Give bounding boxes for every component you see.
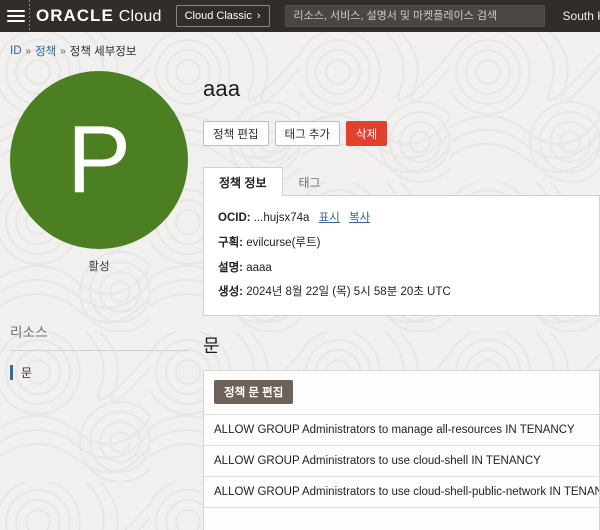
- status-badge: 활성: [88, 258, 109, 274]
- resources-title: 리소스: [10, 321, 188, 341]
- hamburger-line: [7, 10, 25, 12]
- ocid-show-link[interactable]: 표시: [319, 212, 340, 224]
- cloud-classic-button[interactable]: Cloud Classic ›: [176, 5, 270, 27]
- active-indicator: [10, 365, 13, 380]
- hamburger-line: [7, 15, 25, 17]
- tab-bar: 정책 정보 태그: [203, 167, 600, 196]
- page-layout: P 활성 리소스 문 aaa 정책 편집 태그 추가 삭제 정책 정보 태그 O…: [0, 59, 600, 530]
- breadcrumb-link-id[interactable]: ID: [10, 45, 22, 57]
- breadcrumb-current: 정책 세부정보: [70, 43, 137, 59]
- global-search[interactable]: [285, 5, 545, 27]
- policy-info-card: OCID: ...hujsx74a 표시 복사 구획: evilcurse(루트…: [203, 196, 600, 316]
- field-ocid: OCID: ...hujsx74a 표시 복사: [218, 212, 585, 226]
- table-row[interactable]: ALLOW GROUP Administrators to manage all…: [204, 414, 599, 445]
- action-toolbar: 정책 편집 태그 추가 삭제: [203, 121, 600, 146]
- breadcrumb-link-policies[interactable]: 정책: [35, 43, 56, 59]
- description-value: aaaa: [246, 262, 272, 274]
- region-selector[interactable]: South K: [563, 9, 600, 23]
- resources-divider: [10, 350, 188, 351]
- add-tags-button[interactable]: 태그 추가: [275, 121, 341, 146]
- description-label: 설명:: [218, 262, 243, 274]
- page-title: aaa: [203, 69, 600, 100]
- edit-policy-statements-button[interactable]: 정책 문 편집: [214, 380, 293, 404]
- ocid-label: OCID:: [218, 212, 251, 224]
- resources-section: 리소스 문: [2, 321, 196, 381]
- statements-toolbar: 정책 문 편집: [204, 371, 599, 414]
- field-compartment: 구획: evilcurse(루트): [218, 237, 585, 251]
- created-value: 2024년 8월 22일 (목) 5시 58분 20초 UTC: [246, 286, 450, 298]
- search-input[interactable]: [294, 10, 536, 22]
- statements-heading: 문: [203, 337, 600, 355]
- breadcrumb: ID » 정책 » 정책 세부정보: [0, 32, 600, 59]
- main-content: aaa 정책 편집 태그 추가 삭제 정책 정보 태그 OCID: ...huj…: [196, 69, 600, 530]
- global-header: ORACLE Cloud Cloud Classic › South K: [0, 0, 600, 32]
- oracle-cloud-logo[interactable]: ORACLE Cloud: [36, 6, 162, 26]
- table-row[interactable]: ALLOW GROUP Administrators to use cloud-…: [204, 445, 599, 476]
- compartment-label: 구획:: [218, 237, 243, 249]
- table-row[interactable]: ALLOW GROUP Administrators to use cloud-…: [204, 476, 599, 507]
- sidebar-item-statements[interactable]: 문: [10, 364, 188, 381]
- hamburger-menu-icon[interactable]: [6, 0, 26, 32]
- left-sidebar: P 활성 리소스 문: [0, 69, 196, 381]
- table-row-empty: [204, 507, 599, 530]
- tab-tags[interactable]: 태그: [283, 167, 337, 196]
- compartment-value: evilcurse(루트): [246, 237, 320, 249]
- created-label: 생성:: [218, 286, 243, 298]
- cloud-wordmark: Cloud: [119, 8, 162, 26]
- tab-policy-info[interactable]: 정책 정보: [203, 167, 283, 196]
- cloud-classic-label: Cloud Classic: [185, 10, 252, 22]
- edit-policy-button[interactable]: 정책 편집: [203, 121, 269, 146]
- breadcrumb-separator: »: [25, 46, 33, 57]
- avatar: P: [10, 71, 188, 249]
- ocid-value: ...hujsx74a: [254, 212, 310, 224]
- delete-button[interactable]: 삭제: [346, 121, 387, 146]
- header-divider: [29, 0, 30, 32]
- field-created: 생성: 2024년 8월 22일 (목) 5시 58분 20초 UTC: [218, 286, 585, 300]
- statements-panel: 정책 문 편집 ALLOW GROUP Administrators to ma…: [203, 370, 600, 530]
- breadcrumb-separator: »: [59, 46, 67, 57]
- sidebar-item-label: 문: [21, 364, 32, 381]
- oracle-wordmark: ORACLE: [36, 6, 114, 26]
- policy-avatar-block: P 활성: [2, 69, 196, 274]
- chevron-right-icon: ›: [257, 11, 261, 22]
- hamburger-line: [7, 20, 25, 22]
- field-description: 설명: aaaa: [218, 262, 585, 276]
- ocid-copy-link[interactable]: 복사: [349, 212, 370, 224]
